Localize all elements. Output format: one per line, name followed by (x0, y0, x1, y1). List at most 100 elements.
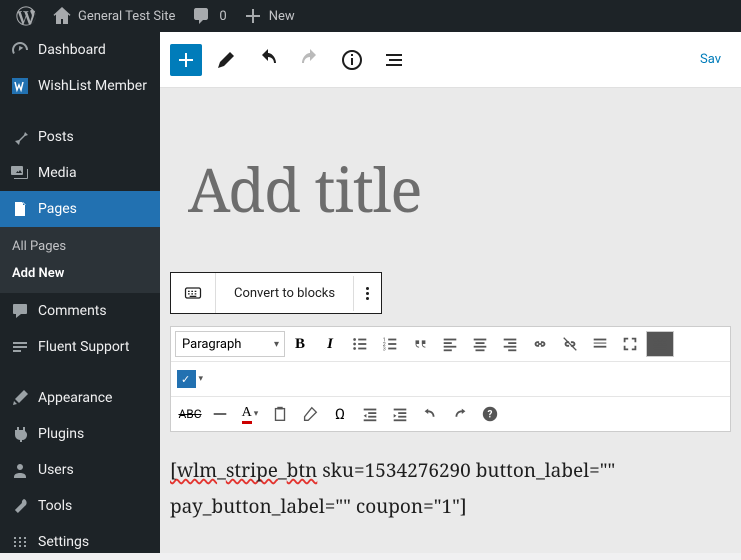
redo-button[interactable] (292, 42, 328, 78)
textcolor-icon: A (242, 405, 252, 424)
redo2-button[interactable] (446, 401, 474, 427)
undo-icon (256, 48, 280, 72)
pages-submenu: All Pages Add New (0, 227, 160, 293)
admin-sidebar: Dashboard WishList Member Posts Media Pa… (0, 32, 160, 553)
align-center-button[interactable] (466, 331, 494, 357)
details-button[interactable] (334, 42, 370, 78)
tools-button[interactable] (208, 42, 244, 78)
bold-icon: B (295, 336, 305, 353)
outdent-icon (361, 405, 379, 423)
comments-link[interactable]: 0 (183, 0, 234, 32)
help-button[interactable]: ? (476, 401, 504, 427)
classic-icon-cell[interactable] (171, 273, 216, 313)
fullscreen-button[interactable] (616, 331, 644, 357)
add-block-button[interactable] (170, 44, 202, 76)
menu-label: Pages (38, 201, 77, 217)
tinymce-toolbar: Paragraph B I 123 (170, 326, 731, 432)
italic-button[interactable]: I (316, 331, 344, 357)
pages-icon (10, 199, 30, 219)
unlink-button[interactable] (556, 331, 584, 357)
align-right-icon (501, 335, 519, 353)
textcolor-button[interactable]: A (236, 401, 264, 427)
bullet-list-button[interactable] (346, 331, 374, 357)
menu-plugins[interactable]: Plugins (0, 416, 160, 452)
submenu-all-pages[interactable]: All Pages (0, 233, 160, 260)
editor-content[interactable]: [wlm_stripe_btn sku=1534276290 button_la… (170, 432, 731, 524)
home-icon (52, 6, 72, 26)
hr-button[interactable] (206, 401, 234, 427)
admin-bar: General Test Site 0 New (0, 0, 741, 32)
comments-icon (10, 301, 30, 321)
checkmark-icon (177, 370, 196, 388)
align-center-icon (471, 335, 489, 353)
strike-button[interactable]: ABC (176, 401, 204, 427)
more-options-button[interactable] (354, 277, 381, 310)
site-name-text: General Test Site (78, 9, 175, 24)
link-button[interactable] (526, 331, 554, 357)
settings-icon (10, 532, 30, 552)
editor-header: Sav (160, 32, 741, 88)
new-label: New (269, 9, 295, 24)
convert-to-blocks-button[interactable]: Convert to blocks (216, 276, 354, 311)
shortcode-line-2: pay_button_label="" coupon="1"] (170, 488, 731, 524)
save-draft-button[interactable]: Sav (690, 52, 731, 67)
quote-button[interactable] (406, 331, 434, 357)
align-left-button[interactable] (436, 331, 464, 357)
indent-icon (391, 405, 409, 423)
info-icon (340, 48, 364, 72)
more-button[interactable] (586, 331, 614, 357)
title-area[interactable]: Add title (160, 88, 741, 260)
new-content-link[interactable]: New (235, 0, 303, 32)
classic-block-toolbar: Convert to blocks (170, 272, 382, 314)
menu-label: Comments (38, 303, 107, 319)
comment-count: 0 (219, 9, 226, 24)
menu-appearance[interactable]: Appearance (0, 380, 160, 416)
menu-media[interactable]: Media (0, 155, 160, 191)
pin-icon (10, 127, 30, 147)
shortcode-line-1: [wlm_stripe_btn sku=1534276290 button_la… (170, 452, 731, 488)
outline-button[interactable] (376, 42, 412, 78)
menu-wishlist[interactable]: WishList Member (0, 68, 160, 104)
plus-icon (243, 6, 263, 26)
menu-label: Fluent Support (38, 339, 129, 355)
menu-comments[interactable]: Comments (0, 293, 160, 329)
keyboard-icon (183, 283, 203, 303)
undo2-button[interactable] (416, 401, 444, 427)
align-right-button[interactable] (496, 331, 524, 357)
omega-icon: Ω (335, 405, 345, 423)
paste-button[interactable] (266, 401, 294, 427)
clipboard-icon (271, 405, 289, 423)
menu-tools[interactable]: Tools (0, 488, 160, 524)
site-name-link[interactable]: General Test Site (44, 0, 183, 32)
wp-logo[interactable] (8, 0, 44, 32)
menu-posts[interactable]: Posts (0, 119, 160, 155)
menu-users[interactable]: Users (0, 452, 160, 488)
submenu-add-new[interactable]: Add New (0, 260, 160, 287)
outline-icon (382, 48, 406, 72)
format-select[interactable]: Paragraph (175, 331, 285, 357)
menu-label: Plugins (38, 426, 84, 442)
number-list-button[interactable]: 123 (376, 331, 404, 357)
unlink-icon (561, 335, 579, 353)
menu-dashboard[interactable]: Dashboard (0, 32, 160, 68)
toolbar-toggle-button[interactable] (646, 331, 674, 357)
menu-label: WishList Member (38, 78, 147, 94)
indent-button[interactable] (386, 401, 414, 427)
bold-button[interactable]: B (286, 331, 314, 357)
users-icon (10, 460, 30, 480)
menu-settings[interactable]: Settings (0, 524, 160, 560)
charmap-button[interactable]: Ω (326, 401, 354, 427)
comment-icon (191, 6, 211, 26)
undo-button[interactable] (250, 42, 286, 78)
number-list-icon: 123 (381, 335, 399, 353)
link-icon (531, 335, 549, 353)
outdent-button[interactable] (356, 401, 384, 427)
menu-label: Settings (38, 534, 89, 550)
menu-fluent[interactable]: Fluent Support (0, 329, 160, 365)
clear-button[interactable] (296, 401, 324, 427)
strike-icon: ABC (178, 407, 201, 421)
title-placeholder: Add title (188, 148, 713, 230)
menu-pages[interactable]: Pages (0, 191, 160, 227)
wlm-toggle-button[interactable] (176, 366, 204, 392)
menu-label: Appearance (38, 390, 112, 406)
